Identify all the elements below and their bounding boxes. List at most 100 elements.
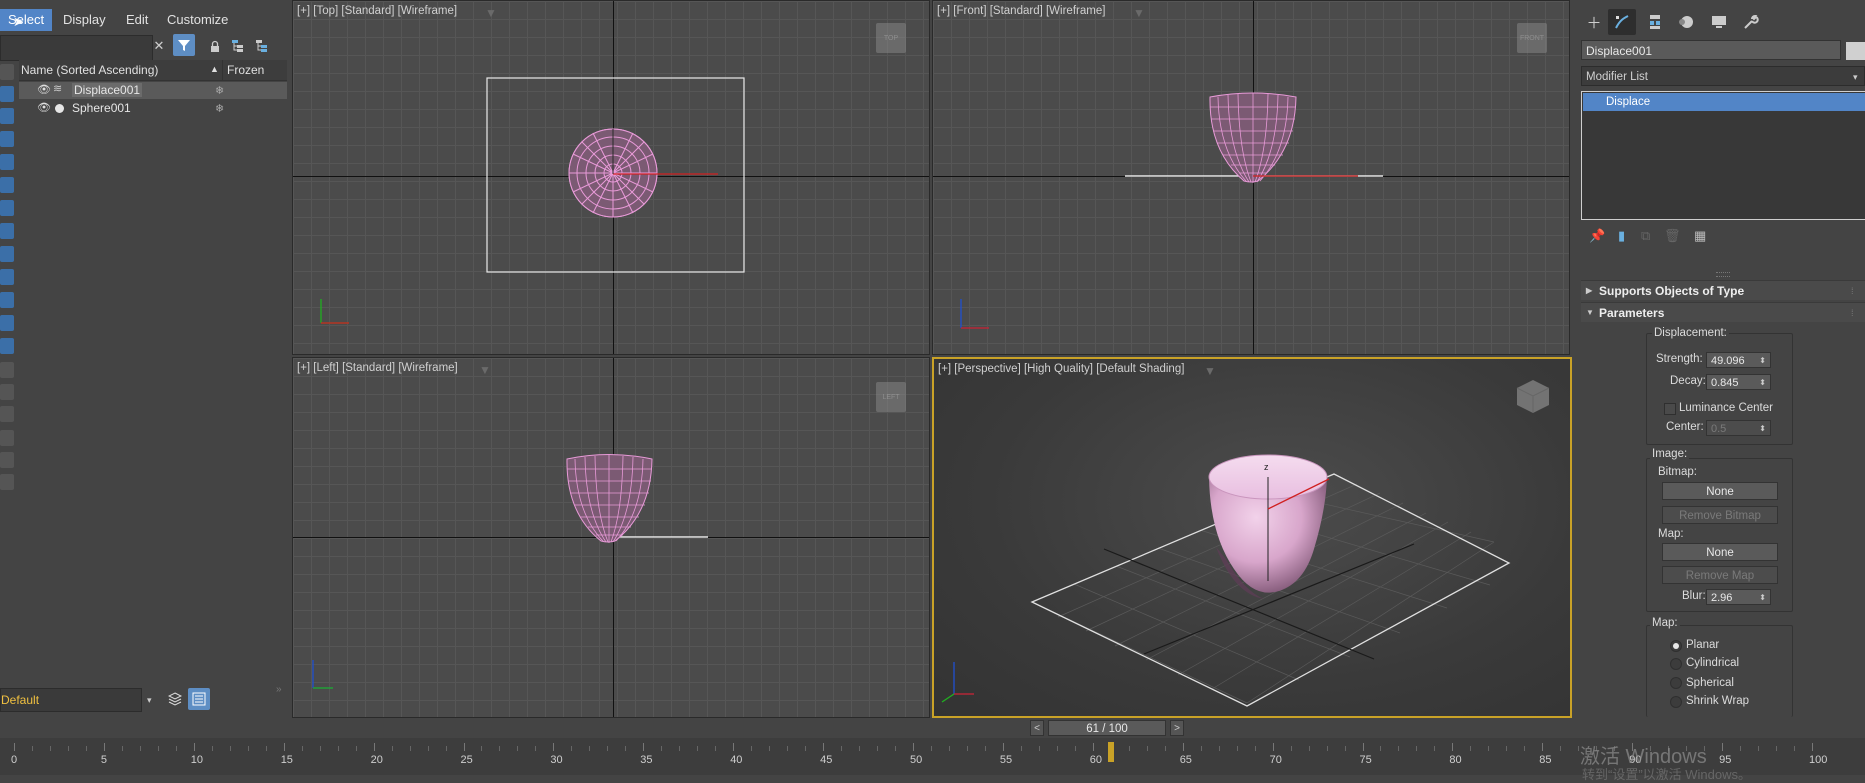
create-tab-plus-icon[interactable]: ＋ (1580, 9, 1608, 35)
rollout-supports-objects[interactable]: ▶ Supports Objects of Type ⁞ (1581, 280, 1865, 300)
hierarchy-expand-icon[interactable] (251, 35, 273, 57)
viewport-perspective[interactable]: [+] [Perspective] [High Quality] [Defaul… (932, 357, 1572, 718)
cylindrical-label: Cylindrical (1686, 657, 1740, 669)
make-unique-icon[interactable]: ⧉ (1641, 228, 1650, 244)
current-frame-marker[interactable] (1107, 742, 1114, 762)
spinner-arrows-icon[interactable]: ⬍ (1759, 590, 1766, 606)
sphere-filter-icon[interactable] (0, 64, 14, 80)
snowflake-freeze-icon[interactable]: ❄ (215, 102, 224, 115)
snowflake-freeze-icon[interactable]: ❄ (215, 84, 224, 97)
display-tab-icon[interactable] (1705, 9, 1733, 35)
shape-filter-icon[interactable] (0, 108, 14, 124)
object-color-swatch[interactable] (1846, 42, 1865, 60)
drag-handle-icon[interactable]: ⁞ (1851, 303, 1854, 323)
lock-icon[interactable] (204, 35, 226, 57)
rollout-parameters[interactable]: ▼ Parameters ⁞ (1581, 302, 1865, 322)
layers-icon[interactable] (164, 688, 186, 710)
geometry-filter-icon[interactable] (0, 86, 14, 102)
camera-filter-icon[interactable] (0, 154, 14, 170)
explorer-filter-toolbar (0, 62, 16, 490)
center-spinner[interactable]: 0.5 ⬍ (1706, 420, 1771, 436)
viewport-left[interactable]: [+] [Left] [Standard] [Wireframe] ▼ LEFT (292, 357, 930, 718)
bitmap-none-button[interactable]: None (1662, 482, 1778, 500)
filter-toggle-button[interactable] (173, 34, 195, 56)
luminance-center-checkbox[interactable] (1664, 403, 1676, 415)
timeline-tick (966, 746, 968, 751)
sort-ascending-icon: ▲ (210, 64, 219, 74)
invert-filter-icon[interactable] (0, 406, 14, 422)
all-filter-icon[interactable] (0, 362, 14, 378)
shrink-wrap-radio[interactable] (1670, 696, 1682, 708)
frame-counter[interactable]: 61 / 100 (1048, 720, 1166, 736)
remove-modifier-icon[interactable]: 🗑 (1664, 228, 1681, 244)
object-name-field[interactable]: Displace001 (1581, 40, 1841, 60)
modify-tab-icon[interactable] (1608, 9, 1636, 35)
timeline-tick (319, 746, 321, 751)
timeline-tick (1200, 746, 1202, 751)
frozen-filter-icon[interactable] (0, 315, 14, 331)
timeline-frame-label: 20 (370, 754, 383, 766)
map-none-button[interactable]: None (1662, 543, 1778, 561)
modifier-list-dropdown[interactable]: Modifier List ▾ (1581, 66, 1865, 86)
eye-icon[interactable]: 👁 (37, 101, 51, 114)
spherical-radio[interactable] (1670, 677, 1682, 689)
show-end-result-icon[interactable]: ▮ (1618, 228, 1625, 244)
viewport-top[interactable]: [+] [Top] [Standard] [Wireframe] ▼ TOP (292, 0, 930, 355)
strength-spinner[interactable]: 49.096 ⬍ (1706, 352, 1771, 368)
blur-spinner[interactable]: 2.96 ⬍ (1706, 589, 1771, 605)
hierarchy-tab-icon[interactable] (1641, 9, 1669, 35)
decay-spinner[interactable]: 0.845 ⬍ (1706, 374, 1771, 390)
timeline-tick (1002, 743, 1004, 751)
panel-dock-arrows-icon[interactable]: » (276, 684, 282, 695)
table-row[interactable]: 👁 Sphere001 ❄ (19, 100, 287, 117)
viewcube-icon[interactable] (1512, 375, 1554, 417)
name-column-header[interactable]: Name (Sorted Ascending) (21, 63, 158, 77)
hierarchy-icon[interactable] (227, 35, 249, 57)
bone-filter-icon[interactable] (0, 269, 14, 285)
collapsed-arrow-icon: ▶ (1586, 286, 1593, 295)
xref-filter-icon[interactable] (0, 246, 14, 262)
group-filter-icon[interactable] (0, 223, 14, 239)
panel-resize-handle[interactable] (1716, 272, 1730, 277)
light-filter-icon[interactable] (0, 131, 14, 147)
remove-map-button[interactable]: Remove Map (1662, 566, 1778, 584)
scene-explorer-toggle-button[interactable] (188, 688, 210, 710)
modifier-stack-item-displace[interactable]: Displace (1583, 93, 1865, 111)
container-filter-icon[interactable] (0, 292, 14, 308)
menu-select[interactable]: Select (0, 9, 53, 31)
utilities-wrench-icon[interactable] (1737, 9, 1765, 35)
ruler-icon[interactable] (0, 474, 14, 490)
hidden-filter-icon[interactable] (0, 338, 14, 354)
menu-edit[interactable]: Edit (118, 9, 156, 31)
spinner-arrows-icon[interactable]: ⬍ (1759, 353, 1766, 369)
spinner-arrows-icon[interactable]: ⬍ (1759, 421, 1766, 437)
time-slider[interactable]: < 61 / 100 > (1030, 720, 1184, 736)
timeline-tick (1182, 743, 1184, 751)
drag-handle-icon[interactable]: ⁞ (1851, 281, 1854, 301)
spacewarp-filter-icon[interactable] (0, 200, 14, 216)
filter-funnel-icon[interactable] (0, 430, 14, 446)
menu-customize[interactable]: Customize (159, 9, 236, 31)
planar-radio[interactable] (1670, 640, 1682, 652)
configure-modifier-sets-icon[interactable]: ▦ (1694, 228, 1706, 244)
pin-stack-icon[interactable]: 📌 (1589, 228, 1605, 244)
spinner-arrows-icon[interactable]: ⬍ (1759, 375, 1766, 391)
filter-settings-icon[interactable] (0, 452, 14, 468)
remove-bitmap-button[interactable]: Remove Bitmap (1662, 506, 1778, 524)
next-frame-button[interactable]: > (1170, 720, 1184, 736)
explorer-search-input[interactable] (0, 35, 153, 61)
cylindrical-radio[interactable] (1670, 658, 1682, 670)
viewport-front[interactable]: [+] [Front] [Standard] [Wireframe] ▼ FRO… (932, 0, 1570, 355)
strength-value: 49.096 (1711, 355, 1745, 367)
previous-frame-button[interactable]: < (1030, 720, 1044, 736)
none-filter-icon[interactable] (0, 384, 14, 400)
clear-search-icon[interactable]: ✕ (148, 35, 170, 57)
frozen-column-header[interactable]: Frozen (227, 63, 264, 77)
eye-icon[interactable]: 👁 (37, 83, 51, 96)
table-row[interactable]: 👁 ≋ Displace001 ❄ (19, 82, 287, 99)
menu-display[interactable]: Display (55, 9, 114, 31)
motion-tab-icon[interactable] (1672, 9, 1700, 35)
svg-text:z: z (1264, 462, 1269, 472)
layer-dropdown[interactable]: Default ▾ (0, 688, 152, 712)
helper-filter-icon[interactable] (0, 177, 14, 193)
